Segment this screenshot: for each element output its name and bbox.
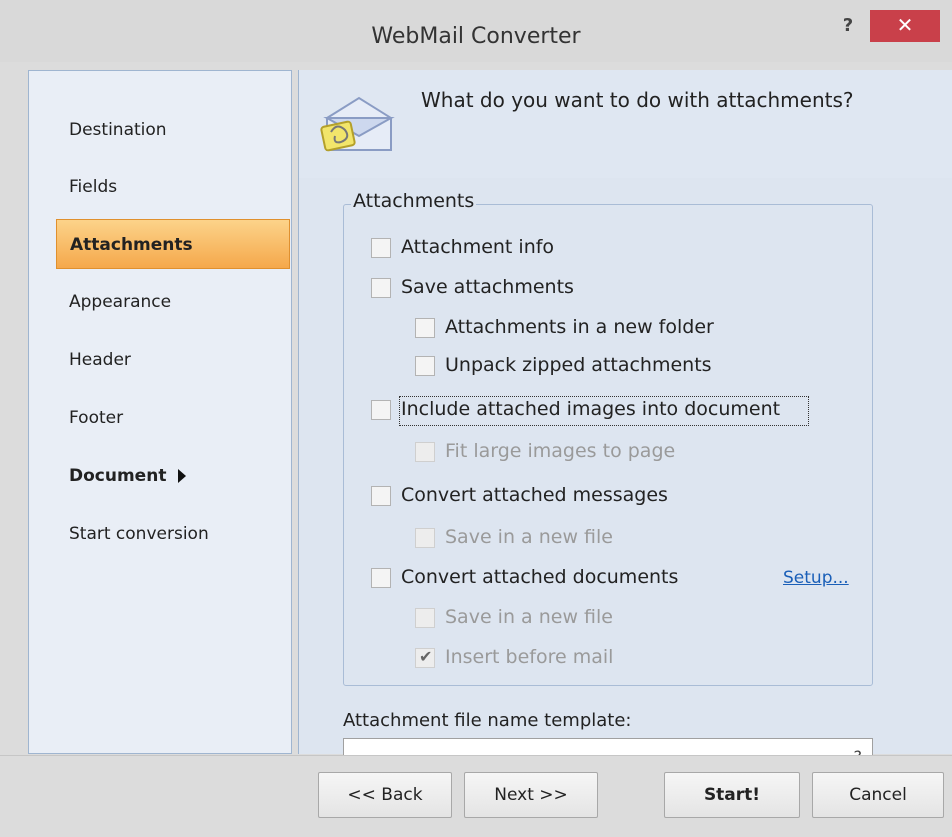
checkmark-icon: ✔: [419, 647, 433, 666]
setup-link[interactable]: Setup...: [783, 568, 849, 588]
help-button[interactable]: ?: [828, 12, 868, 42]
expand-arrow-icon: [178, 469, 187, 483]
convert-documents-label: Convert attached documents: [401, 566, 679, 588]
attachments-new-folder-label: Attachments in a new folder: [445, 316, 714, 338]
fit-large-images-label: Fit large images to page: [445, 440, 676, 462]
unpack-zipped-label: Unpack zipped attachments: [445, 354, 712, 376]
convert-messages-label: Convert attached messages: [401, 484, 668, 506]
attachments-options-panel: Attachments Attachment info Save attachm…: [299, 178, 952, 768]
messages-save-new-file-checkbox[interactable]: [415, 528, 435, 548]
insert-before-mail-checkbox[interactable]: ✔: [415, 647, 435, 668]
sidebar-item-document-label: Document: [69, 466, 167, 486]
step-header: What do you want to do with attachments?: [299, 70, 952, 176]
include-images-label: Include attached images into document: [401, 398, 781, 420]
template-label: Attachment file name template:: [343, 710, 632, 731]
insert-before-mail-label: Insert before mail: [445, 646, 614, 668]
sidebar-item-footer[interactable]: Footer: [29, 393, 289, 443]
save-attachments-checkbox[interactable]: [371, 278, 391, 298]
close-button[interactable]: ✕: [870, 10, 940, 42]
webmail-converter-window: WebMail Converter ? ✕ Destination Fields…: [0, 0, 952, 837]
attachment-info-label: Attachment info: [401, 236, 555, 258]
attachment-info-checkbox[interactable]: [371, 238, 391, 258]
sidebar-item-start-conversion[interactable]: Start conversion: [29, 509, 289, 559]
group-title: Attachments: [351, 190, 477, 212]
sidebar-item-document[interactable]: Document: [29, 451, 289, 501]
convert-documents-checkbox[interactable]: [371, 568, 391, 588]
envelope-attachment-icon: [320, 96, 395, 152]
sidebar-item-header[interactable]: Header: [29, 335, 289, 385]
next-button[interactable]: Next >>: [464, 772, 598, 818]
save-attachments-label: Save attachments: [401, 276, 574, 298]
unpack-zipped-checkbox[interactable]: [415, 356, 435, 376]
back-button[interactable]: << Back: [318, 772, 452, 818]
cancel-button[interactable]: Cancel: [812, 772, 944, 818]
title-bar: WebMail Converter ? ✕: [0, 0, 952, 62]
documents-save-new-file-checkbox[interactable]: [415, 608, 435, 628]
sidebar-item-appearance[interactable]: Appearance: [29, 277, 289, 327]
step-panel: What do you want to do with attachments?…: [298, 70, 952, 768]
include-images-checkbox[interactable]: [371, 400, 391, 420]
fit-large-images-checkbox[interactable]: [415, 442, 435, 462]
sidebar-item-fields[interactable]: Fields: [29, 162, 289, 212]
messages-save-new-file-label: Save in a new file: [445, 526, 613, 548]
start-button[interactable]: Start!: [664, 772, 800, 818]
sidebar-item-attachments[interactable]: Attachments: [56, 219, 290, 269]
wizard-steps-sidebar: Destination Fields Attachments Appearanc…: [28, 70, 292, 754]
window-title: WebMail Converter: [371, 24, 581, 49]
convert-messages-checkbox[interactable]: [371, 486, 391, 506]
attachments-new-folder-checkbox[interactable]: [415, 318, 435, 338]
sidebar-item-destination[interactable]: Destination: [29, 105, 289, 155]
button-bar: << Back Next >> Start! Cancel: [0, 755, 952, 837]
documents-save-new-file-label: Save in a new file: [445, 606, 613, 628]
step-question: What do you want to do with attachments?: [421, 88, 854, 112]
